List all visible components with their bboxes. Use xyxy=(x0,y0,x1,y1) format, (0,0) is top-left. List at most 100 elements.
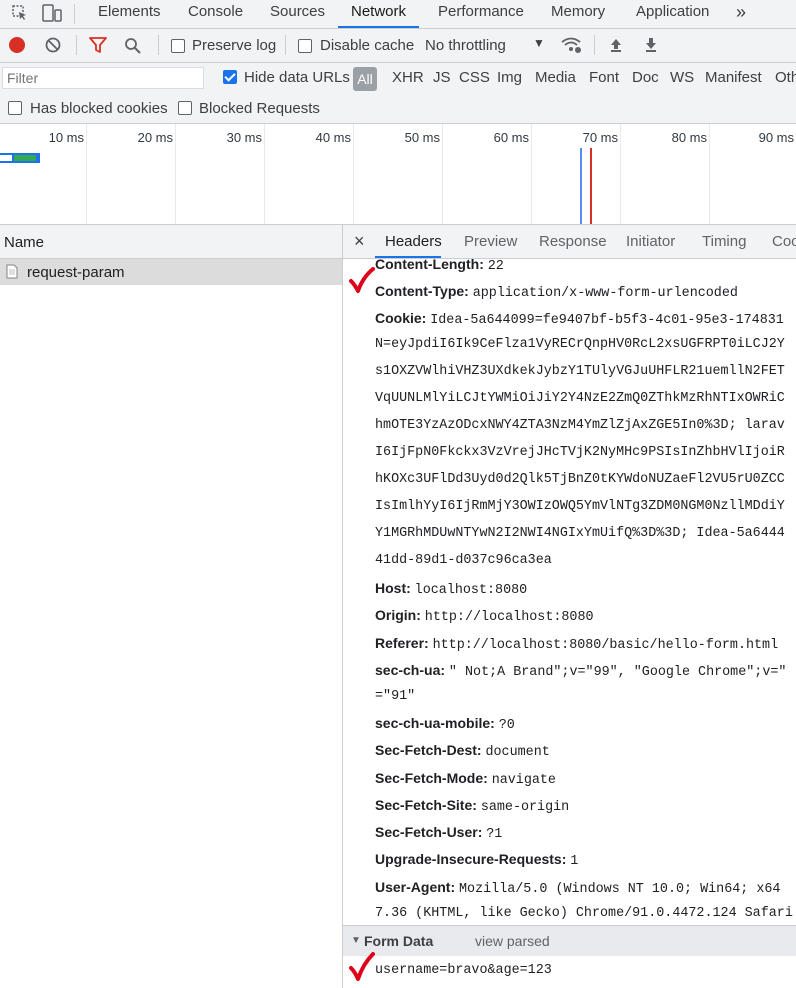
toolbar-divider xyxy=(285,35,286,55)
preserve-log-checkbox[interactable] xyxy=(171,39,185,53)
header-sec-ch-ua: sec-ch-ua: " Not;A Brand";v="99", "Googl… xyxy=(375,662,787,680)
hide-data-urls-label: Hide data URLs xyxy=(244,69,350,86)
device-toolbar-icon[interactable] xyxy=(42,4,62,22)
tab-application[interactable]: Application xyxy=(636,0,709,28)
type-filter-ws[interactable]: WS xyxy=(670,69,694,86)
inspect-element-icon[interactable] xyxy=(12,5,28,21)
type-filter-img[interactable]: Img xyxy=(497,69,522,86)
form-data-section-header[interactable]: ▼ Form Data view parsed xyxy=(343,925,796,956)
toolbar-divider xyxy=(76,35,77,55)
close-icon[interactable]: × xyxy=(354,231,365,252)
form-data-title: Form Data xyxy=(364,933,434,949)
user-agent-continuation: 7.36 (KHTML, like Gecko) Chrome/91.0.447… xyxy=(375,906,793,921)
type-filter-js[interactable]: JS xyxy=(433,69,451,86)
request-row[interactable]: request-param xyxy=(0,259,342,285)
cookie-continuation-line: s1OXZVWlhiVHZ3UXdkekJybzY1TUlyVGJuUHFLR2… xyxy=(375,364,785,379)
filter-icon[interactable] xyxy=(89,37,107,53)
type-filter-other[interactable]: Oth xyxy=(775,69,796,86)
cookie-continuation-line: VqUUNLMlYiLCJtYWMiOiJiY2Y4NzE2ZmQ0ZThkMz… xyxy=(375,391,785,406)
header-cookie: Cookie: Idea-5a644099=fe9407bf-b5f3-4c01… xyxy=(375,310,784,328)
load-event-line xyxy=(590,148,592,224)
network-conditions-icon[interactable] xyxy=(561,36,583,54)
tab-elements[interactable]: Elements xyxy=(98,0,161,28)
timeline-tick-label: 20 ms xyxy=(137,130,173,145)
timeline-tick-label: 40 ms xyxy=(315,130,351,145)
import-har-icon[interactable] xyxy=(608,37,624,53)
document-icon xyxy=(6,264,18,279)
tab-headers[interactable]: Headers xyxy=(385,233,442,250)
request-timing-bar xyxy=(0,153,40,163)
tab-divider xyxy=(74,4,75,24)
has-blocked-cookies-checkbox[interactable] xyxy=(8,101,22,115)
name-column-header[interactable]: Name xyxy=(0,225,342,259)
cookie-continuation-line: hKOXc3UFlDd3Uyd0d2Qlk5TjBnZ0tKYWdoNUZaeF… xyxy=(375,472,785,487)
chevron-down-icon[interactable]: ▼ xyxy=(533,36,545,50)
record-icon[interactable] xyxy=(9,37,25,53)
tab-preview[interactable]: Preview xyxy=(464,233,517,250)
toolbar-divider xyxy=(158,35,159,55)
tab-network[interactable]: Network xyxy=(338,0,420,28)
filter-bar: Hide data URLs All XHR JS CSS Img Media … xyxy=(0,63,796,95)
timeline-tick-label: 30 ms xyxy=(226,130,262,145)
blocked-requests-label: Blocked Requests xyxy=(199,100,320,117)
request-list: Name request-param xyxy=(0,225,343,988)
request-name: request-param xyxy=(27,264,125,281)
tab-timing[interactable]: Timing xyxy=(702,233,746,250)
tab-cookies[interactable]: Coo xyxy=(772,233,796,250)
header-sec-fetch-site: Sec-Fetch-Site: same-origin xyxy=(375,797,570,815)
throttling-select[interactable]: No throttling xyxy=(425,37,506,54)
network-toolbar: Preserve log Disable cache No throttling… xyxy=(0,29,796,63)
type-filter-media[interactable]: Media xyxy=(535,69,576,86)
header-sec-fetch-user: Sec-Fetch-User: ?1 xyxy=(375,824,503,842)
type-filter-all[interactable]: All xyxy=(353,67,377,91)
cookie-continuation-line: IsImlhYyI6IjRmMjY3OWIzOWQ5YmVlNTg3ZDM0NG… xyxy=(375,499,785,514)
more-tabs-chevron-icon[interactable]: » xyxy=(736,0,746,28)
filter-input[interactable] xyxy=(2,67,204,89)
type-filter-font[interactable]: Font xyxy=(589,69,619,86)
tab-sources[interactable]: Sources xyxy=(270,0,325,28)
timeline-gridline xyxy=(620,124,621,224)
timeline-gridline xyxy=(353,124,354,224)
header-sec-fetch-dest: Sec-Fetch-Dest: document xyxy=(375,742,550,760)
header-referer: Referer: http://localhost:8080/basic/hel… xyxy=(375,635,779,653)
has-blocked-cookies-label: Has blocked cookies xyxy=(30,100,168,117)
header-user-agent: User-Agent: Mozilla/5.0 (Windows NT 10.0… xyxy=(375,879,781,897)
timeline-tick-label: 90 ms xyxy=(758,130,794,145)
preserve-log-label: Preserve log xyxy=(192,37,277,54)
timeline-overview[interactable]: 10 ms 20 ms 30 ms 40 ms 50 ms 60 ms 70 m… xyxy=(0,124,796,225)
tab-response[interactable]: Response xyxy=(539,233,607,250)
timeline-tick-label: 60 ms xyxy=(493,130,529,145)
form-data-payload: username=bravo&age=123 xyxy=(375,963,552,978)
triangle-down-icon: ▼ xyxy=(351,935,361,946)
type-filter-xhr[interactable]: XHR xyxy=(392,69,424,86)
view-parsed-link[interactable]: view parsed xyxy=(475,933,550,949)
sec-ch-ua-continuation: ="91" xyxy=(375,689,416,704)
timeline-tick-label: 50 ms xyxy=(404,130,440,145)
type-filter-doc[interactable]: Doc xyxy=(632,69,659,86)
cookie-continuation-line: Y1MGRhMDUwNTYwN2I2NWI4NGIxYmUifQ%3D%3D; … xyxy=(375,526,785,541)
red-checkmark-annotation xyxy=(349,952,375,982)
header-content-type: Content-Type: application/x-www-form-url… xyxy=(375,283,738,301)
tab-initiator[interactable]: Initiator xyxy=(626,233,675,250)
timeline-gridline xyxy=(531,124,532,224)
search-icon[interactable] xyxy=(124,37,142,55)
type-filter-manifest[interactable]: Manifest xyxy=(705,69,762,86)
timeline-gridline xyxy=(709,124,710,224)
type-filter-css[interactable]: CSS xyxy=(459,69,490,86)
export-har-icon[interactable] xyxy=(643,37,659,53)
red-checkmark-annotation xyxy=(349,267,375,295)
details-tab-bar: × Headers Preview Response Initiator Tim… xyxy=(343,225,796,259)
header-sec-ch-ua-mobile: sec-ch-ua-mobile: ?0 xyxy=(375,715,515,733)
timeline-tick-label: 10 ms xyxy=(48,130,84,145)
tab-console[interactable]: Console xyxy=(188,0,243,28)
cookie-continuation-line: hmOTE3YzAzODcxNWY4ZTA3NzM4YmZlZjAxZGE5In… xyxy=(375,418,785,433)
hide-data-urls-checkbox[interactable] xyxy=(223,70,237,84)
tab-performance[interactable]: Performance xyxy=(438,0,524,28)
header-upgrade-insecure-requests: Upgrade-Insecure-Requests: 1 xyxy=(375,851,579,869)
timeline-gridline xyxy=(442,124,443,224)
clear-icon[interactable] xyxy=(45,37,61,53)
cookie-continuation-line: N=eyJpdiI6Ik9CeFlza1VyRECrQnpHV0RcL2xsUG… xyxy=(375,337,785,352)
tab-memory[interactable]: Memory xyxy=(551,0,605,28)
blocked-requests-checkbox[interactable] xyxy=(178,101,192,115)
disable-cache-checkbox[interactable] xyxy=(298,39,312,53)
